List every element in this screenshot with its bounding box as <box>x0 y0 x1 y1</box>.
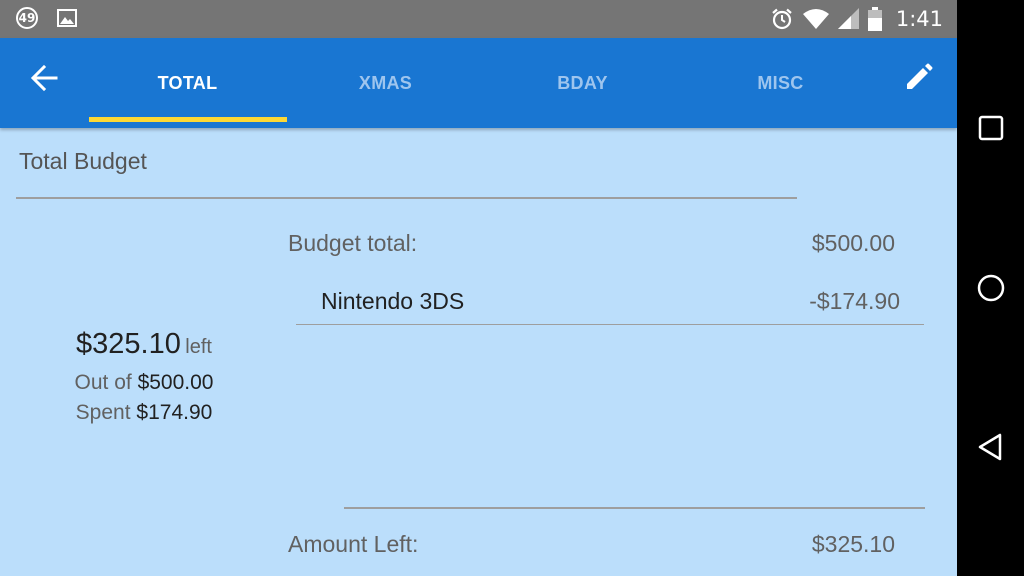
amount-left-label: Amount Left: <box>288 531 419 557</box>
battery-icon <box>867 7 882 31</box>
image-icon <box>57 9 77 27</box>
tab-misc[interactable]: MISC <box>682 38 879 128</box>
back-button[interactable] <box>20 58 68 98</box>
status-bar: 49 1:41 <box>0 0 957 38</box>
amount-left-value: $325.10 <box>811 531 895 557</box>
left-word: left <box>185 336 212 358</box>
clock: 1:41 <box>895 7 943 31</box>
status-icons: 1:41 <box>770 0 943 38</box>
left-summary-line: $325.10 left <box>0 328 288 361</box>
expense-name: Nintendo 3DS <box>321 288 465 314</box>
back-triangle-icon <box>978 433 1002 461</box>
divider <box>344 507 925 509</box>
budget-summary: $325.10 left Out of $500.00 Spent $174.9… <box>0 328 288 425</box>
out-of-label: Out of <box>74 371 132 394</box>
recents-square-icon <box>978 115 1004 141</box>
notification-count-badge: 49 <box>16 7 38 29</box>
wifi-icon <box>802 9 829 29</box>
spent-value: $174.90 <box>136 401 213 424</box>
pencil-icon <box>907 63 933 89</box>
tab-bday[interactable]: BDAY <box>484 38 681 128</box>
left-amount: $325.10 <box>76 328 181 360</box>
home-button[interactable] <box>970 267 1012 309</box>
tab-total[interactable]: TOTAL <box>89 38 286 128</box>
recents-button[interactable] <box>970 107 1012 149</box>
system-nav-bar <box>957 0 1024 576</box>
spent-label: Spent <box>75 401 131 424</box>
arrow-left-icon <box>30 64 58 92</box>
home-circle-icon <box>977 274 1005 302</box>
active-tab-indicator <box>89 117 287 122</box>
expense-row[interactable]: Nintendo 3DS -$174.90 <box>296 276 924 325</box>
edit-button[interactable] <box>896 58 944 98</box>
alarm-icon <box>772 8 792 30</box>
out-of-line: Out of $500.00 <box>0 371 288 395</box>
budget-content: Total Budget Budget total: $500.00 Ninte… <box>0 128 957 576</box>
expense-amount: -$174.90 <box>809 288 900 314</box>
out-of-value: $500.00 <box>137 371 214 394</box>
budget-total-label: Budget total: <box>288 230 418 256</box>
tab-xmas[interactable]: XMAS <box>287 38 484 128</box>
spent-line: Spent $174.90 <box>0 401 288 425</box>
nav-back-button[interactable] <box>970 426 1012 468</box>
section-title: Total Budget <box>19 148 147 174</box>
divider <box>16 197 797 199</box>
signal-icon <box>837 8 859 29</box>
budget-total-value: $500.00 <box>811 230 895 256</box>
app-bar: TOTAL XMAS BDAY MISC <box>0 38 957 128</box>
